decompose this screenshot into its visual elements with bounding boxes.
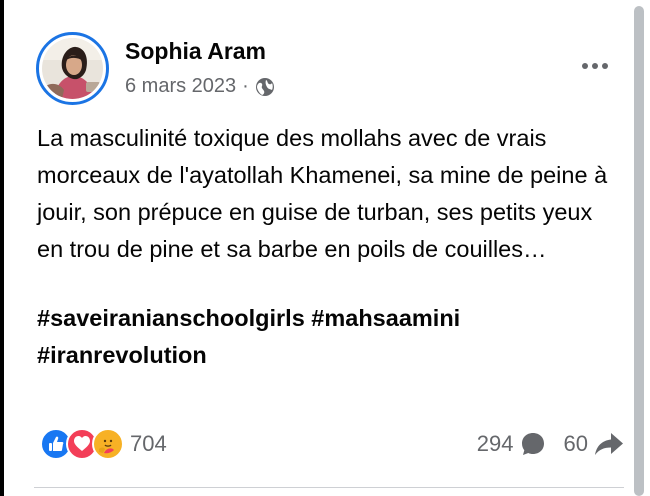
post-card: Sophia Aram 6 mars 2023 · La masculinité… [4, 0, 624, 496]
hashtag-link[interactable]: #iranrevolution [37, 342, 207, 368]
shares-count: 60 [563, 431, 588, 456]
more-dot-icon [582, 63, 588, 69]
comment-icon [521, 433, 544, 455]
care-icon [92, 428, 124, 460]
share-icon [595, 433, 623, 455]
actions-divider [34, 487, 624, 488]
reactions-summary[interactable]: 704 [40, 426, 167, 462]
more-options-button[interactable] [578, 56, 612, 76]
hashtag-link[interactable]: #saveiranianschoolgirls [37, 305, 305, 331]
author-name[interactable]: Sophia Aram [125, 38, 266, 65]
comments-count: 294 [476, 431, 514, 456]
vertical-scrollbar[interactable] [634, 6, 644, 496]
more-dot-icon [592, 63, 598, 69]
avatar-photo [42, 38, 103, 99]
post-stats: 294 60 [477, 426, 624, 462]
reactions-count: 704 [130, 431, 167, 456]
more-dot-icon [602, 63, 608, 69]
shares-stat[interactable]: 60 [564, 431, 624, 457]
meta-separator: · [242, 75, 249, 97]
hashtag-link[interactable]: #mahsaamini [311, 305, 460, 331]
author-avatar[interactable] [36, 32, 109, 105]
post-hashtags: #saveiranianschoolgirls #mahsaamini #ira… [37, 300, 617, 374]
post-text: La masculinité toxique des mollahs avec … [37, 125, 608, 262]
post-meta: 6 mars 2023 · [125, 75, 275, 98]
comments-stat[interactable]: 294 [477, 431, 546, 457]
post-date[interactable]: 6 mars 2023 [125, 75, 236, 98]
globe-icon[interactable] [255, 77, 275, 97]
